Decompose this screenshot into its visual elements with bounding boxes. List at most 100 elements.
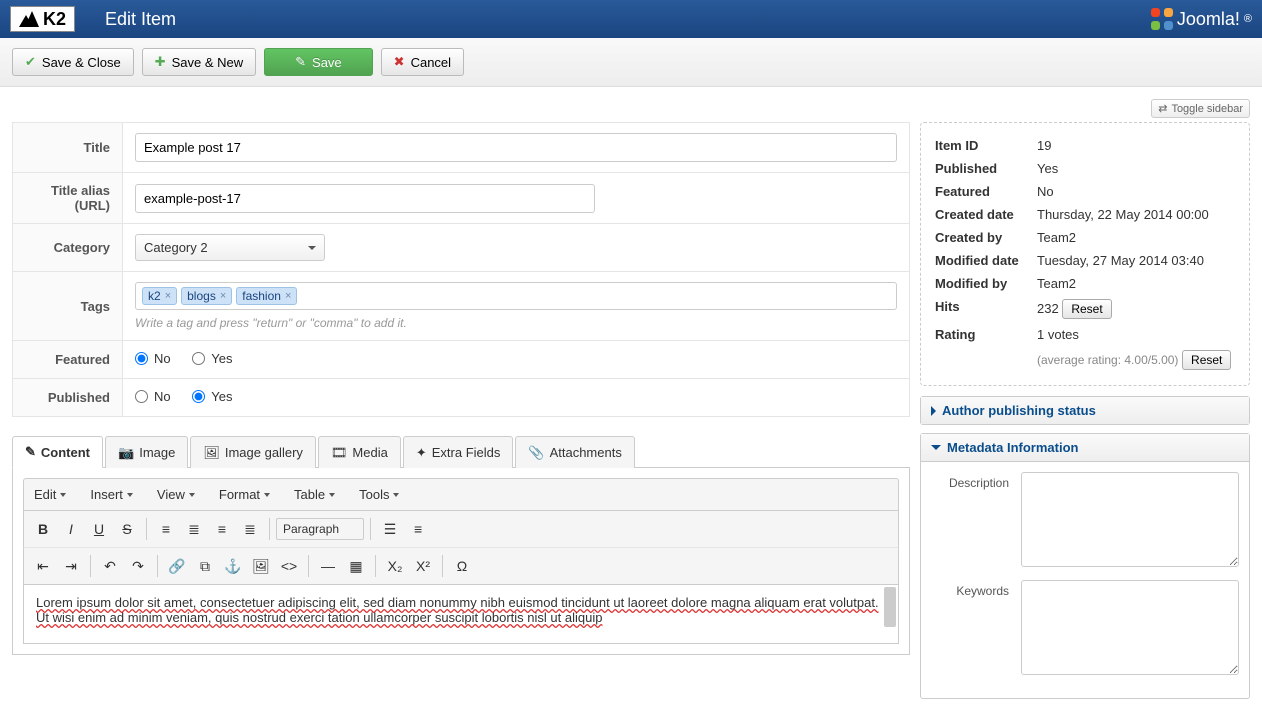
tag-remove-icon[interactable]: × [220,290,226,302]
bold-button[interactable]: B [30,516,56,542]
featured-no-radio[interactable]: No [135,351,171,366]
save-close-button[interactable]: ✔Save & Close [12,48,134,76]
strike-button[interactable]: S [114,516,140,542]
metadata-accordion: Metadata Information Description Keyword… [920,433,1250,699]
toggle-sidebar-button[interactable]: ⇄ Toggle sidebar [1151,99,1250,118]
align-center-button[interactable]: ≣ [181,516,207,542]
published-yes-radio[interactable]: Yes [192,389,232,404]
redo-button[interactable]: ↷ [125,553,151,579]
camera-icon: 📷 [118,445,134,461]
tab-gallery[interactable]: 🖼Image gallery [190,436,316,468]
save-new-button[interactable]: ✚Save & New [142,48,256,76]
page-title: Edit Item [105,9,176,30]
underline-button[interactable]: U [86,516,112,542]
tags-input[interactable]: k2× blogs× fashion× [135,282,897,310]
cancel-button[interactable]: ✖Cancel [381,48,464,76]
author-status-header[interactable]: Author publishing status [921,397,1249,424]
image-button[interactable]: 🖼 [248,553,274,579]
undo-button[interactable]: ↶ [97,553,123,579]
subscript-button[interactable]: X₂ [382,553,408,579]
number-list-button[interactable]: ≡ [405,516,431,542]
form-table: Title Title alias (URL) Category Categor… [12,122,910,417]
author-status-accordion: Author publishing status [920,396,1250,425]
menu-view[interactable]: View [157,487,195,502]
item-id-label: Item ID [933,135,1033,156]
item-info-box: Item ID19 PublishedYes FeaturedNo Create… [920,122,1250,386]
metadata-header[interactable]: Metadata Information [921,434,1249,462]
tag-remove-icon[interactable]: × [165,290,171,302]
modified-by-label: Modified by [933,273,1033,294]
tab-content[interactable]: ✎Content [12,436,103,468]
tab-attachments[interactable]: 📎Attachments [515,436,634,468]
plus-icon: ✚ [155,54,166,70]
tag-pill[interactable]: fashion× [236,287,297,305]
item-id-value: 19 [1035,135,1237,156]
hr-button[interactable]: — [315,553,341,579]
align-left-button[interactable]: ≡ [153,516,179,542]
tab-media[interactable]: 🎞Media [318,436,401,468]
align-justify-button[interactable]: ≣ [237,516,263,542]
indent-button[interactable]: ⇥ [58,553,84,579]
published-no-radio[interactable]: No [135,389,171,404]
info-featured-value: No [1035,181,1237,202]
editor-menubar: Edit Insert View Format Table Tools [23,478,899,511]
created-by-label: Created by [933,227,1033,248]
anchor-button[interactable]: ⚓ [220,553,246,579]
paperclip-icon: 📎 [528,445,544,461]
modified-date-label: Modified date [933,250,1033,271]
table-button[interactable]: ▦ [343,553,369,579]
info-featured-label: Featured [933,181,1033,202]
chevron-down-icon [308,246,316,250]
hits-label: Hits [933,296,1033,322]
description-textarea[interactable] [1021,472,1239,567]
code-button[interactable]: <> [276,553,302,579]
chevron-down-icon [189,493,195,497]
alias-label: Title alias (URL) [13,173,123,224]
alias-input[interactable] [135,184,595,213]
keywords-textarea[interactable] [1021,580,1239,675]
joomla-icon [1151,8,1173,30]
scrollbar[interactable] [884,587,896,627]
title-input[interactable] [135,133,897,162]
editor-content[interactable]: Lorem ipsum dolor sit amet, consectetuer… [23,584,899,644]
bullet-list-button[interactable]: ☰ [377,516,403,542]
title-label: Title [13,123,123,173]
joomla-logo: Joomla!® [1151,8,1252,30]
menu-edit[interactable]: Edit [34,487,66,502]
category-label: Category [13,224,123,272]
menu-insert[interactable]: Insert [90,487,133,502]
italic-button[interactable]: I [58,516,84,542]
toolbar: ✔Save & Close ✚Save & New ✎Save ✖Cancel [0,38,1262,87]
mountain-icon [19,11,39,27]
tab-extra[interactable]: ✦Extra Fields [403,436,514,468]
menu-tools[interactable]: Tools [359,487,399,502]
reset-rating-button[interactable]: Reset [1182,350,1231,370]
modified-by-value: Team2 [1035,273,1237,294]
menu-format[interactable]: Format [219,487,270,502]
chevron-down-icon [393,493,399,497]
pencil-icon: ✎ [295,54,306,70]
special-char-button[interactable]: Ω [449,553,475,579]
link-button[interactable]: 🔗 [164,553,190,579]
created-by-value: Team2 [1035,227,1237,248]
chevron-down-icon [127,493,133,497]
outdent-button[interactable]: ⇤ [30,553,56,579]
save-button[interactable]: ✎Save [264,48,373,76]
superscript-button[interactable]: X² [410,553,436,579]
tag-pill[interactable]: k2× [142,287,177,305]
editor-toolbar-row2: ⇤ ⇥ ↶ ↷ 🔗 ⧉ ⚓ 🖼 <> — ▦ X₂ X² [23,547,899,584]
category-select[interactable]: Category 2 [135,234,325,261]
check-icon: ✔ [25,54,36,70]
tag-remove-icon[interactable]: × [285,290,291,302]
description-label: Description [931,472,1021,570]
tab-image[interactable]: 📷Image [105,436,188,468]
unlink-button[interactable]: ⧉ [192,553,218,579]
align-right-button[interactable]: ≡ [209,516,235,542]
reset-hits-button[interactable]: Reset [1062,299,1111,319]
puzzle-icon: ✦ [416,445,427,461]
format-select[interactable]: Paragraph [276,518,364,540]
menu-table[interactable]: Table [294,487,335,502]
tab-content-panel: Edit Insert View Format Table Tools B I … [12,468,910,655]
tag-pill[interactable]: blogs× [181,287,232,305]
featured-yes-radio[interactable]: Yes [192,351,232,366]
